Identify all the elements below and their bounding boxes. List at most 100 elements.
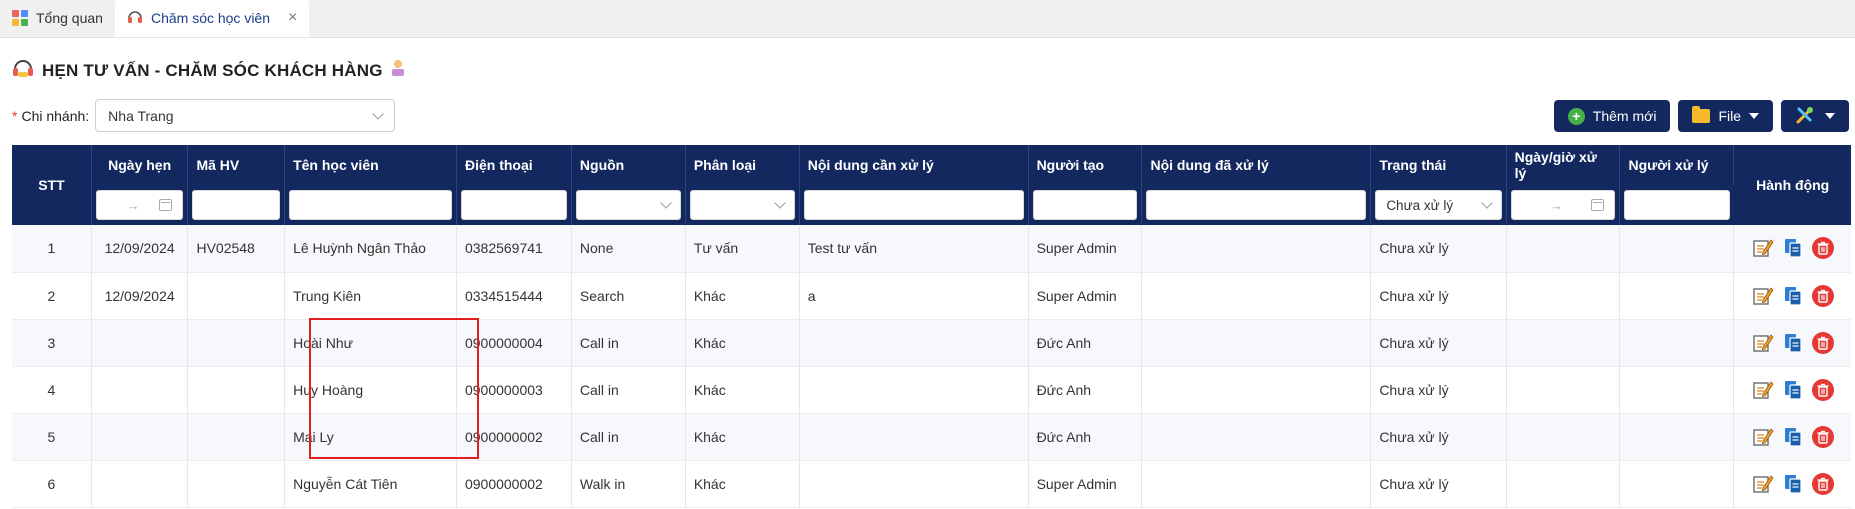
edit-icon[interactable] <box>1752 285 1774 307</box>
cell-handler <box>1619 272 1735 320</box>
content-done-filter[interactable] <box>1146 190 1367 220</box>
content-todo-filter[interactable] <box>803 190 1024 220</box>
cell-creator: Đức Anh <box>1028 413 1143 461</box>
student-code-filter[interactable] <box>192 190 281 220</box>
filter-appointment-date: → <box>91 185 189 225</box>
header-creator[interactable]: Người tạo <box>1028 145 1143 185</box>
cell-source: Search <box>571 272 686 320</box>
handler-filter[interactable] <box>1624 190 1730 220</box>
student-name-filter[interactable] <box>289 190 452 220</box>
edit-icon[interactable] <box>1752 426 1774 448</box>
add-new-button[interactable]: + Thêm mới <box>1553 100 1671 132</box>
cell-creator: Đức Anh <box>1028 366 1143 414</box>
table-row[interactable]: 5 Mai Ly 0900000002 Call in Khác Đức Anh… <box>12 413 1851 461</box>
appointments-table: STT Ngày hẹn Mã HV Tên học viên Điện tho… <box>12 145 1851 508</box>
calendar-icon <box>159 199 173 211</box>
tab-overview[interactable]: Tổng quan <box>0 0 115 37</box>
cell-source: Walk in <box>571 460 686 508</box>
cell-handler <box>1619 225 1735 273</box>
edit-icon[interactable] <box>1752 473 1774 495</box>
header-handled-at[interactable]: Ngày/giờ xử lý <box>1506 145 1621 185</box>
table-row[interactable]: 2 12/09/2024 Trung Kiên 0334515444 Searc… <box>12 272 1851 320</box>
branch-select[interactable]: Nha Trang <box>95 99 396 132</box>
cell-phone: 0334515444 <box>456 272 572 320</box>
filter-content-todo <box>799 185 1029 225</box>
cell-status: Chưa xử lý <box>1370 272 1507 320</box>
edit-icon[interactable] <box>1752 379 1774 401</box>
cell-stt: 5 <box>12 413 92 461</box>
header-student-name[interactable]: Tên học viên <box>284 145 457 185</box>
delete-icon[interactable] <box>1811 331 1834 354</box>
table-row[interactable]: 3 Hoài Như 0900000004 Call in Khác Đức A… <box>12 319 1851 367</box>
copy-icon[interactable] <box>1782 285 1804 307</box>
grid-icon <box>12 10 28 26</box>
cell-phone: 0900000002 <box>456 413 572 461</box>
tab-bar: Tổng quan Chăm sóc học viên × <box>0 0 1855 38</box>
cell-status: Chưa xử lý <box>1370 413 1507 461</box>
cell-appointment-date: 12/09/2024 <box>91 272 189 320</box>
cell-handled-at <box>1506 225 1621 273</box>
filter-category <box>685 185 800 225</box>
cell-handled-at <box>1506 413 1621 461</box>
delete-icon[interactable] <box>1811 237 1834 260</box>
delete-icon[interactable] <box>1811 378 1834 401</box>
delete-icon[interactable] <box>1811 472 1834 495</box>
table-row[interactable]: 1 12/09/2024 HV02548 Lê Huỳnh Ngân Thảo … <box>12 225 1851 273</box>
creator-filter[interactable] <box>1032 190 1138 220</box>
header-category[interactable]: Phân loại <box>685 145 800 185</box>
handled-at-filter[interactable]: → <box>1510 190 1616 220</box>
cell-student-name: Mai Ly <box>284 413 457 461</box>
header-stt: STT <box>12 145 92 225</box>
table-row[interactable]: 4 Huy Hoàng 0900000003 Call in Khác Đức … <box>12 366 1851 414</box>
header-phone[interactable]: Điện thoại <box>456 145 572 185</box>
file-button[interactable]: File <box>1678 100 1773 132</box>
copy-icon[interactable] <box>1782 379 1804 401</box>
cell-student-code <box>187 272 286 320</box>
cell-student-name: Huy Hoàng <box>284 366 457 414</box>
date-range-filter[interactable]: → <box>95 190 184 220</box>
edit-icon[interactable] <box>1752 237 1774 259</box>
tools-button[interactable] <box>1781 100 1849 132</box>
delete-icon[interactable] <box>1811 284 1834 307</box>
copy-icon[interactable] <box>1782 332 1804 354</box>
table-row[interactable]: 6 Nguyễn Cát Tiên 0900000002 Walk in Khá… <box>12 460 1851 508</box>
caret-down-icon <box>1749 113 1759 119</box>
copy-icon[interactable] <box>1782 473 1804 495</box>
header-source[interactable]: Nguồn <box>571 145 686 185</box>
edit-icon[interactable] <box>1752 332 1774 354</box>
status-filter[interactable]: Chưa xử lý <box>1375 190 1502 220</box>
close-icon[interactable]: × <box>288 9 297 27</box>
header-student-code[interactable]: Mã HV <box>187 145 286 185</box>
phone-filter[interactable] <box>460 190 567 220</box>
copy-icon[interactable] <box>1782 237 1804 259</box>
toolbar: + Thêm mới File <box>1553 100 1849 132</box>
cell-phone: 0900000003 <box>456 366 572 414</box>
chevron-down-icon <box>660 197 672 209</box>
cell-stt: 6 <box>12 460 92 508</box>
cell-handled-at <box>1506 366 1621 414</box>
file-label: File <box>1718 108 1741 124</box>
branch-select-value: Nha Trang <box>108 107 174 124</box>
arrow-right-icon: → <box>1550 197 1564 213</box>
source-filter[interactable] <box>575 190 681 220</box>
delete-icon[interactable] <box>1811 425 1834 448</box>
calendar-icon <box>1591 199 1605 211</box>
header-status[interactable]: Trạng thái <box>1370 145 1507 185</box>
header-content-done[interactable]: Nội dung đã xử lý <box>1141 145 1372 185</box>
tab-overview-label: Tổng quan <box>36 10 103 26</box>
cell-content-done <box>1141 319 1372 367</box>
category-filter[interactable] <box>689 190 795 220</box>
header-handler[interactable]: Người xử lý <box>1619 145 1735 185</box>
copy-icon[interactable] <box>1782 426 1804 448</box>
filter-student-code <box>187 185 286 225</box>
add-new-label: Thêm mới <box>1592 108 1657 124</box>
header-appointment-date[interactable]: Ngày hẹn <box>91 145 189 185</box>
cell-appointment-date <box>91 366 189 414</box>
page-title-text: HẸN TƯ VẤN - CHĂM SÓC KHÁCH HÀNG <box>42 60 383 80</box>
folder-icon <box>1692 106 1711 123</box>
tab-student-care[interactable]: Chăm sóc học viên × <box>114 0 310 37</box>
cell-student-code <box>187 460 286 508</box>
cell-appointment-date <box>91 413 189 461</box>
header-content-todo[interactable]: Nội dung cần xử lý <box>799 145 1029 185</box>
filter-creator <box>1028 185 1143 225</box>
